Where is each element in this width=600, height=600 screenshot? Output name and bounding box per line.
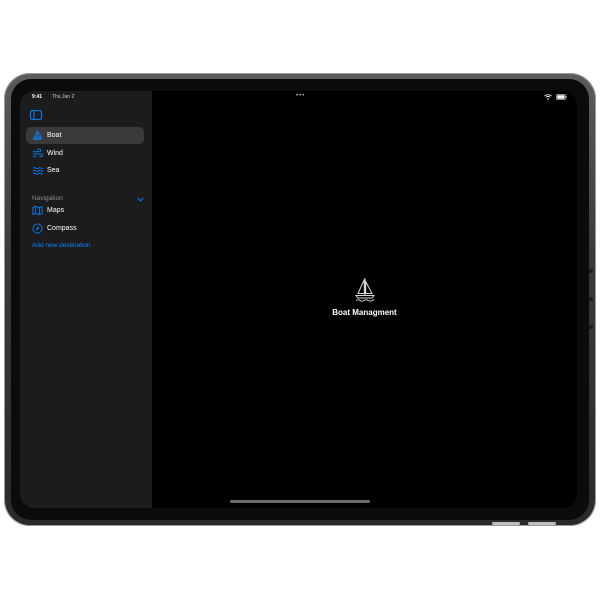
sidebar-toggle-icon[interactable]	[30, 107, 42, 120]
sidebar-item-label: Boat	[47, 132, 62, 139]
side-sensor-dot	[589, 297, 593, 301]
status-icons	[544, 94, 567, 100]
map-icon	[31, 205, 43, 217]
add-destination-link[interactable]: Add new destination	[32, 242, 91, 249]
empty-state: Boat Managment	[152, 277, 577, 317]
sidebar-item-label: Sea	[47, 167, 60, 174]
wind-icon	[31, 148, 43, 160]
side-sensor-dot	[589, 325, 593, 329]
status-date: Thu Jan 2	[52, 94, 75, 100]
sailboat-icon	[152, 277, 577, 303]
battery-icon	[556, 94, 567, 100]
sidebar: 9:41 Thu Jan 2 Boat Wind Sea Navigation …	[20, 91, 152, 508]
wifi-icon	[544, 94, 552, 100]
placeholder-title: Boat Managment	[332, 308, 397, 317]
stage: 9:41 Thu Jan 2 Boat Wind Sea Navigation …	[0, 0, 600, 600]
sidebar-item-label: Maps	[47, 207, 65, 214]
ipad-screen: 9:41 Thu Jan 2 Boat Wind Sea Navigation …	[20, 91, 577, 508]
volume-button	[492, 522, 520, 525]
multitasking-dots[interactable]: •••	[296, 93, 305, 99]
sailboat-icon	[31, 130, 43, 142]
sidebar-item-compass[interactable]: Compass	[26, 220, 144, 237]
section-title: Navigation	[32, 194, 63, 202]
sidebar-item-maps[interactable]: Maps	[26, 202, 144, 219]
waves-icon	[31, 165, 43, 177]
sidebar-item-sea[interactable]: Sea	[26, 162, 144, 179]
sidebar-item-wind[interactable]: Wind	[26, 145, 144, 162]
detail-pane: ••• Boat Managment	[152, 91, 577, 508]
sidebar-item-label: Compass	[47, 225, 77, 232]
side-sensor-dot	[589, 269, 593, 273]
status-time: 9:41	[32, 94, 43, 100]
sidebar-item-boat[interactable]: Boat	[26, 127, 144, 144]
volume-button	[528, 522, 556, 525]
sidebar-item-label: Wind	[47, 150, 63, 157]
home-indicator[interactable]	[230, 500, 370, 503]
compass-icon	[31, 223, 43, 235]
